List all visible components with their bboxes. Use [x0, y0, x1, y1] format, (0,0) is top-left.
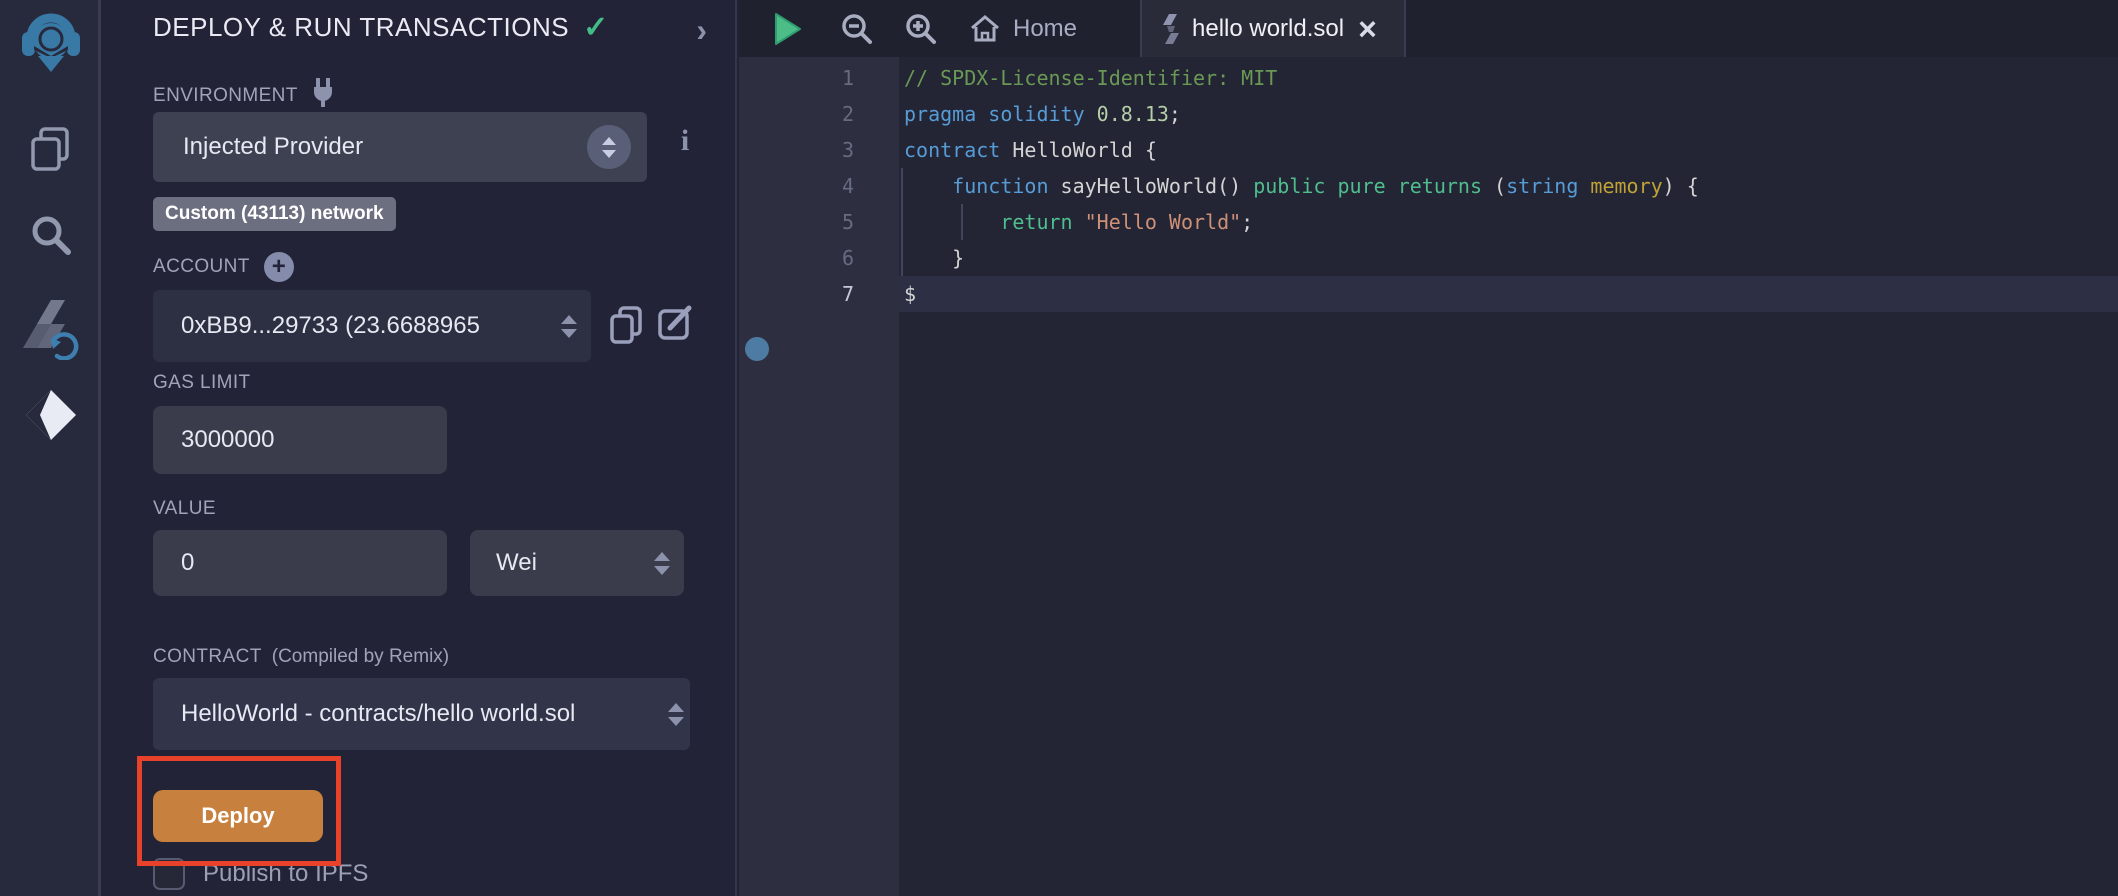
account-label: ACCOUNT — [153, 256, 250, 278]
line-number: 5 — [739, 204, 854, 240]
copy-icon[interactable] — [609, 305, 643, 350]
contract-label: CONTRACT — [153, 646, 262, 668]
contract-value: HelloWorld - contracts/hello world.sol — [181, 700, 575, 728]
chevron-updown-icon — [587, 125, 631, 169]
value-unit: Wei — [496, 549, 537, 577]
home-icon — [969, 14, 1001, 44]
close-icon[interactable]: × — [1358, 15, 1377, 43]
line-number: 4 — [739, 168, 854, 204]
code-line[interactable]: contract HelloWorld { — [904, 132, 2118, 168]
panel-header: DEPLOY & RUN TRANSACTIONS ✓ — [153, 10, 713, 45]
panel-title: DEPLOY & RUN TRANSACTIONS — [153, 12, 569, 43]
chevron-updown-icon — [668, 703, 684, 726]
deploy-button[interactable]: Deploy — [153, 790, 323, 842]
chevron-updown-icon — [561, 315, 577, 338]
network-badge: Custom (43113) network — [153, 197, 396, 231]
run-script-button[interactable] — [773, 0, 803, 57]
code-line[interactable]: $ — [904, 276, 2118, 312]
account-select[interactable]: 0xBB9...29733 (23.6688965 — [153, 290, 591, 362]
tab-label: hello world.sol — [1192, 15, 1344, 43]
deploy-run-icon[interactable] — [0, 388, 101, 442]
solidity-compiler-icon[interactable] — [0, 298, 101, 360]
tab-hello-world-sol[interactable]: hello world.sol × — [1140, 0, 1406, 57]
zoom-in-button[interactable] — [905, 0, 937, 57]
code-line[interactable]: // SPDX-License-Identifier: MIT — [904, 60, 2118, 96]
breakpoint-dot[interactable] — [745, 337, 769, 361]
deploy-run-panel: DEPLOY & RUN TRANSACTIONS ✓ › ENVIRONMEN… — [104, 0, 737, 896]
info-icon[interactable]: i — [665, 124, 705, 158]
gas-limit-input[interactable] — [153, 406, 447, 474]
environment-value: Injected Provider — [183, 133, 363, 161]
tab-home[interactable]: Home — [969, 0, 1077, 57]
solidity-file-icon — [1162, 14, 1180, 44]
line-number: 3 — [739, 132, 854, 168]
environment-label-row: ENVIRONMENT — [153, 78, 336, 113]
zoom-out-icon — [841, 13, 873, 45]
remix-logo[interactable] — [0, 8, 101, 80]
zoom-out-button[interactable] — [841, 0, 873, 57]
value-label: VALUE — [153, 498, 216, 520]
code-editor[interactable]: 1234567 // SPDX-License-Identifier: MITp… — [739, 57, 2118, 896]
publish-ipfs-label: Publish to IPFS — [203, 860, 368, 888]
publish-ipfs-row: Publish to IPFS — [153, 858, 368, 890]
code-lines[interactable]: // SPDX-License-Identifier: MITpragma so… — [899, 57, 2118, 896]
plug-icon — [310, 78, 336, 113]
contract-label-row: CONTRACT (Compiled by Remix) — [153, 646, 449, 668]
chevron-updown-icon — [654, 552, 670, 575]
activity-bar — [0, 0, 101, 896]
environment-select[interactable]: Injected Provider — [153, 112, 647, 182]
code-line[interactable]: } — [904, 240, 2118, 276]
compiled-check-icon: ✓ — [583, 10, 608, 45]
search-icon[interactable] — [0, 212, 101, 258]
contract-sublabel: (Compiled by Remix) — [272, 646, 449, 668]
tab-home-label: Home — [1013, 15, 1077, 43]
files-icon[interactable] — [0, 125, 101, 175]
editor-tabbar: Home hello world.sol × — [739, 0, 2118, 57]
play-icon — [773, 12, 803, 46]
account-label-row: ACCOUNT + — [153, 252, 294, 282]
collapse-chevron-icon[interactable]: › — [696, 12, 707, 49]
code-line[interactable]: function sayHelloWorld() public pure ret… — [904, 168, 2118, 204]
line-number: 2 — [739, 96, 854, 132]
gas-limit-label: GAS LIMIT — [153, 372, 251, 394]
zoom-in-icon — [905, 13, 937, 45]
value-input[interactable] — [153, 530, 447, 596]
editor: Home hello world.sol × 1234567 // SPDX-L… — [739, 0, 2118, 896]
environment-label: ENVIRONMENT — [153, 85, 298, 107]
edit-icon[interactable] — [657, 303, 695, 346]
line-number: 6 — [739, 240, 854, 276]
editor-gutter[interactable]: 1234567 — [739, 57, 899, 896]
code-line[interactable]: return "Hello World"; — [904, 204, 2118, 240]
plus-circle-icon[interactable]: + — [264, 252, 294, 282]
code-line[interactable]: pragma solidity 0.8.13; — [904, 96, 2118, 132]
line-number: 7 — [739, 276, 854, 312]
remix-ide-app: DEPLOY & RUN TRANSACTIONS ✓ › ENVIRONMEN… — [0, 0, 2118, 896]
line-number: 1 — [739, 60, 854, 96]
publish-ipfs-checkbox[interactable] — [153, 858, 185, 890]
account-value: 0xBB9...29733 (23.6688965 — [181, 312, 480, 340]
contract-select[interactable]: HelloWorld - contracts/hello world.sol — [153, 678, 690, 750]
value-unit-select[interactable]: Wei — [470, 530, 684, 596]
